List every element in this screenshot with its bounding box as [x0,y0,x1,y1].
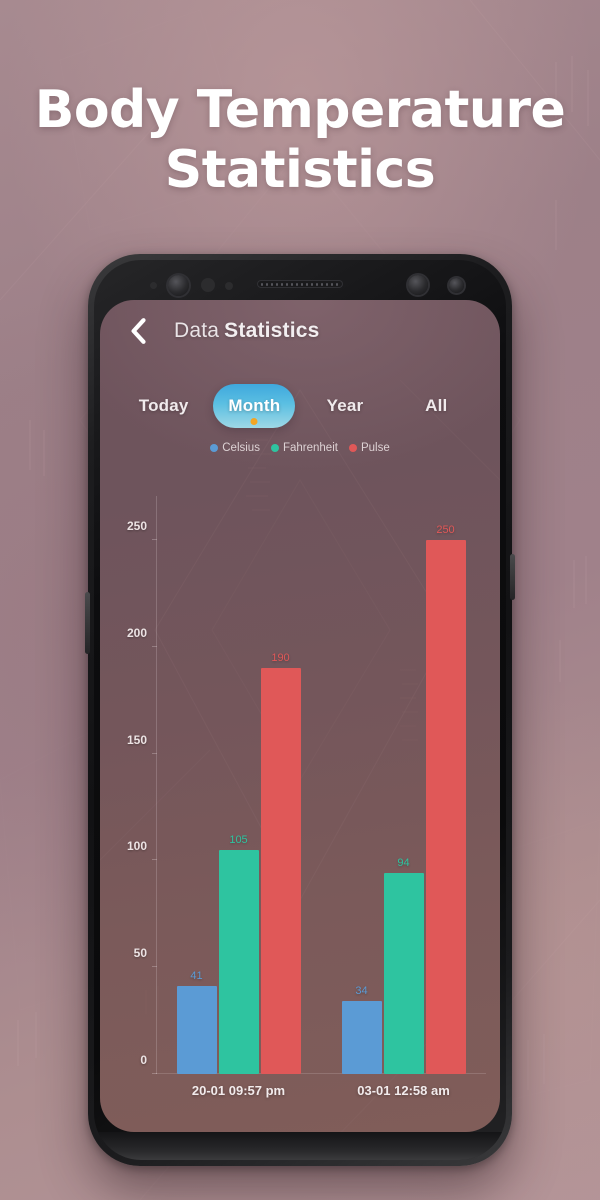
power-button[interactable] [510,554,515,600]
chevron-left-icon [131,318,146,344]
tab-year[interactable]: Year [299,384,390,428]
bar-value-label: 34 [355,985,368,998]
tab-month-label: Month [228,396,281,415]
bar-chart: 0 50 100 150 200 250 41 105 190 20-01 09:57 pm 34 9… [100,468,500,1132]
iris-scanner-icon [201,278,215,292]
bar-pulse[interactable]: 190 [260,652,301,1074]
bar-value-label: 41 [190,970,203,983]
light-sensor-icon [225,282,233,290]
bar-group: 34 94 250 03-01 12:58 am [341,508,466,1098]
y-axis-line [156,496,157,1074]
bar-fahrenheit[interactable]: 94 [383,857,424,1074]
y-axis-tick-label: 50 [133,946,147,961]
iris-camera-icon [408,275,428,295]
bar-value-label: 105 [229,833,248,846]
legend-swatch-pulse [348,444,357,452]
bar-value-label: 94 [397,857,410,870]
tab-today-label: Today [138,396,189,415]
y-axis-tick-label: 200 [126,625,147,640]
phone-bottom-chin [94,1132,506,1160]
y-axis-tick-mark [152,752,157,754]
x-axis-category-label: 03-01 12:58 am [357,1083,450,1098]
tab-month[interactable]: Month [213,384,296,428]
tab-all[interactable]: All [391,384,482,428]
chart-plot-area: 0 50 100 150 200 250 41 105 190 20-01 09:57 pm 34 9… [127,496,486,1098]
y-axis-tick-label: 100 [126,839,147,854]
bar-celsius[interactable]: 34 [341,985,382,1074]
y-axis-tick-mark [152,966,157,968]
tab-today[interactable]: Today [118,384,209,428]
app-header: Data Statistics [100,300,500,362]
range-tabs: Today Month Year All [100,378,500,434]
y-axis-tick-mark [152,1073,157,1074]
phone-mockup: Data Statistics Today Month Year All Cel… [85,254,515,1166]
bar-celsius[interactable]: 41 [176,970,217,1074]
legend-item-pulse[interactable]: Pulse [348,442,390,454]
legend-item-fahrenheit[interactable]: Fahrenheit [270,442,338,454]
page-title: Data Statistics [174,319,320,343]
page-title-light: Data [174,319,220,342]
led-indicator-icon [449,278,464,293]
front-camera-icon [168,275,189,296]
legend-label-celsius: Celsius [222,442,260,454]
legend-item-celsius[interactable]: Celsius [210,442,260,454]
poster-title-line-1: Body Temperature [34,80,566,140]
tab-all-label: All [425,396,448,415]
bar-group: 41 105 190 20-01 09:57 pm [176,508,301,1098]
phone-screen-bezel: Data Statistics Today Month Year All Cel… [94,260,506,1160]
bar-value-label: 250 [436,524,455,537]
poster-title: Body Temperature Statistics [0,80,600,200]
back-button[interactable] [114,308,160,354]
y-axis-tick-label: 150 [126,732,147,747]
y-axis-tick-mark [152,539,157,541]
app-screen: Data Statistics Today Month Year All Cel… [100,300,500,1132]
earpiece-speaker-icon [257,280,343,288]
x-axis-category-label: 20-01 09:57 pm [191,1083,286,1098]
legend-swatch-fahrenheit [270,444,279,452]
y-axis-tick-label: 0 [140,1053,147,1067]
page-title-bold: Statistics [224,319,320,342]
legend-label-pulse: Pulse [360,442,390,454]
bar-pulse[interactable]: 250 [425,524,466,1074]
y-axis-tick-label: 250 [126,519,147,534]
legend-swatch-celsius [210,444,219,452]
chart-legend: Celsius Fahrenheit Pulse [100,442,500,454]
active-tab-indicator-dot [250,418,258,425]
bar-fahrenheit[interactable]: 105 [218,834,259,1074]
y-axis-tick-mark [152,645,157,647]
volume-button[interactable] [85,592,90,654]
poster-title-line-2: Statistics [164,140,436,200]
y-axis-tick-mark [152,859,157,861]
proximity-sensor-icon [150,282,157,289]
tab-year-label: Year [326,396,364,415]
bar-value-label: 190 [271,652,290,665]
legend-label-fahrenheit: Fahrenheit [282,442,338,454]
